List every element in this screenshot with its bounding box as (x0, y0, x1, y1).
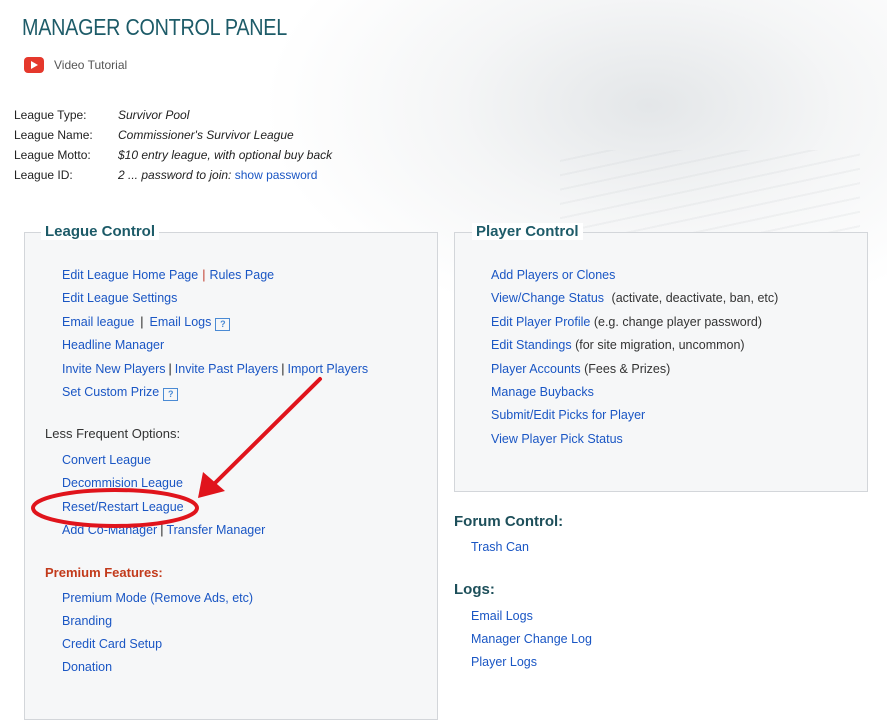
player-control-item: Edit Player Profile (e.g. change player … (491, 315, 762, 329)
decommission-row: Decommision League (62, 476, 183, 490)
headline-manager-link[interactable]: Headline Manager (62, 338, 164, 352)
email-logs-link-2[interactable]: Email Logs (471, 609, 533, 623)
player-control-title: Player Control (472, 223, 583, 240)
comanager-row: Add Co-Manager | Transfer Manager (62, 523, 265, 537)
logs-item: Manager Change Log (471, 632, 592, 646)
email-row: Email league | Email Logs? (62, 315, 231, 331)
logs-heading: Logs: (454, 581, 495, 598)
submit-edit-picks-link[interactable]: Submit/Edit Picks for Player (491, 408, 645, 422)
import-players-link[interactable]: Import Players (288, 362, 369, 376)
player-accounts-link[interactable]: Player Accounts (491, 362, 581, 376)
player-accounts-note: (Fees & Prizes) (584, 362, 671, 376)
player-control-item: View Player Pick Status (491, 432, 623, 446)
invite-row: Invite New Players | Invite Past Players | I… (62, 362, 368, 376)
premium-mode-link[interactable]: Premium Mode (Remove Ads, etc) (62, 591, 253, 605)
add-co-manager-link[interactable]: Add Co-Manager (62, 523, 157, 537)
page-title: MANAGER CONTROL PANEL (22, 14, 287, 40)
email-league-link[interactable]: Email league (62, 315, 134, 329)
youtube-icon[interactable] (24, 57, 44, 73)
league-name-label: League Name: (14, 128, 93, 142)
less-frequent-heading: Less Frequent Options: (45, 426, 181, 441)
help-icon[interactable]: ? (163, 388, 179, 401)
edit-standings-note: (for site migration, uncommon) (575, 338, 745, 352)
separator: | (168, 362, 172, 376)
player-control-item: Add Players or Clones (491, 268, 615, 282)
premium-features-heading: Premium Features: (45, 565, 163, 580)
separator: | (202, 268, 206, 282)
branding-row: Branding (62, 614, 112, 628)
branding-link[interactable]: Branding (62, 614, 112, 628)
reset-row: Reset/Restart League (62, 500, 184, 514)
edit-league-home-link[interactable]: Edit League Home Page (62, 268, 198, 282)
view-player-pick-status-link[interactable]: View Player Pick Status (491, 432, 623, 446)
league-id-label: League ID: (14, 168, 73, 182)
help-icon[interactable]: ? (215, 318, 231, 331)
email-logs-link[interactable]: Email Logs (150, 315, 212, 329)
league-name-value: Commissioner's Survivor League (118, 128, 294, 142)
convert-row: Convert League (62, 453, 151, 467)
custom-prize-row: Set Custom Prize? (62, 385, 179, 401)
edit-settings-row: Edit League Settings (62, 291, 177, 305)
league-control-title: League Control (41, 223, 160, 240)
league-id-value: 2 ... password to join: show password (118, 168, 317, 182)
edit-home-row: Edit League Home Page | Rules Page (62, 268, 274, 282)
logs-item: Player Logs (471, 655, 537, 669)
donation-link[interactable]: Donation (62, 660, 112, 674)
add-players-link[interactable]: Add Players or Clones (491, 268, 615, 282)
edit-standings-link[interactable]: Edit Standings (491, 338, 572, 352)
player-logs-link[interactable]: Player Logs (471, 655, 537, 669)
rules-page-link[interactable]: Rules Page (209, 268, 274, 282)
edit-league-settings-link[interactable]: Edit League Settings (62, 291, 177, 305)
credit-card-setup-link[interactable]: Credit Card Setup (62, 637, 162, 651)
view-change-status-note: (activate, deactivate, ban, etc) (611, 291, 779, 305)
trash-can-link[interactable]: Trash Can (471, 540, 529, 554)
show-password-link[interactable]: show password (235, 168, 318, 182)
video-tutorial-link[interactable]: Video Tutorial (54, 58, 127, 72)
reset-restart-league-link[interactable]: Reset/Restart League (62, 500, 184, 514)
player-control-item: Edit Standings (for site migration, unco… (491, 338, 745, 352)
invite-new-players-link[interactable]: Invite New Players (62, 362, 166, 376)
league-type-value: Survivor Pool (118, 108, 190, 122)
view-change-status-link[interactable]: View/Change Status (491, 291, 604, 305)
forum-control-heading: Forum Control: (454, 513, 564, 530)
player-control-item: Submit/Edit Picks for Player (491, 408, 645, 422)
transfer-manager-link[interactable]: Transfer Manager (166, 523, 265, 537)
edit-player-profile-note: (e.g. change player password) (593, 315, 762, 329)
invite-past-players-link[interactable]: Invite Past Players (175, 362, 279, 376)
premium-mode-row: Premium Mode (Remove Ads, etc) (62, 591, 253, 605)
separator: | (281, 362, 285, 376)
headline-row: Headline Manager (62, 338, 164, 352)
set-custom-prize-link[interactable]: Set Custom Prize (62, 385, 159, 399)
credit-card-row: Credit Card Setup (62, 637, 162, 651)
edit-player-profile-link[interactable]: Edit Player Profile (491, 315, 590, 329)
player-control-item: Player Accounts (Fees & Prizes) (491, 362, 670, 376)
manager-change-log-link[interactable]: Manager Change Log (471, 632, 592, 646)
decommission-league-link[interactable]: Decommision League (62, 476, 183, 490)
player-control-item: View/Change Status (activate, deactivate… (491, 291, 778, 305)
separator: | (160, 523, 164, 537)
manage-buybacks-link[interactable]: Manage Buybacks (491, 385, 594, 399)
league-id-text: 2 ... password to join: (118, 168, 232, 182)
league-motto-value: $10 entry league, with optional buy back (118, 148, 333, 162)
donation-row: Donation (62, 660, 112, 674)
league-type-label: League Type: (14, 108, 87, 122)
convert-league-link[interactable]: Convert League (62, 453, 151, 467)
league-motto-label: League Motto: (14, 148, 91, 162)
forum-control-item: Trash Can (471, 540, 529, 554)
logs-item: Email Logs (471, 609, 533, 623)
separator: | (140, 315, 144, 329)
player-control-item: Manage Buybacks (491, 385, 594, 399)
